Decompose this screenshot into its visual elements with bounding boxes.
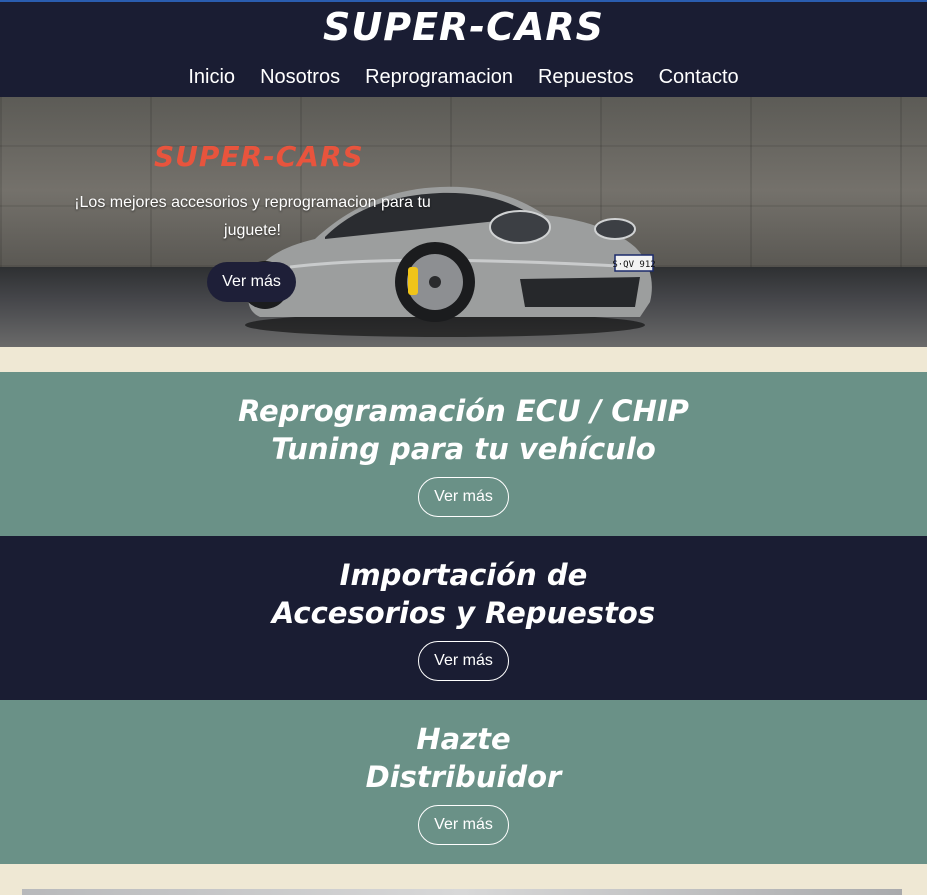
section-heading-line1: Importación de xyxy=(339,558,588,592)
section-heading: Hazte Distribuidor xyxy=(0,720,927,796)
hero-banner: S·QV 912 SUPER-CARS ¡Los mejores accesor… xyxy=(0,97,927,347)
section-reprogramacion: Reprogramación ECU / CHIP Tuning para tu… xyxy=(0,372,927,536)
nav-item-contacto[interactable]: Contacto xyxy=(659,66,739,89)
spacer xyxy=(0,347,927,372)
nav-item-inicio[interactable]: Inicio xyxy=(188,66,235,89)
section-heading-line2: Tuning para tu vehículo xyxy=(271,432,656,466)
reprogramacion-ver-mas-button[interactable]: Ver más xyxy=(418,477,509,517)
section-heading: Reprogramación ECU / CHIP Tuning para tu… xyxy=(0,392,927,468)
importacion-ver-mas-button[interactable]: Ver más xyxy=(418,641,509,681)
next-section-image-edge xyxy=(22,889,902,895)
hero-ver-mas-button[interactable]: Ver más xyxy=(207,262,296,302)
section-heading-line1: Hazte xyxy=(416,722,511,756)
nav-item-repuestos[interactable]: Repuestos xyxy=(538,66,634,89)
section-heading: Importación de Accesorios y Repuestos xyxy=(0,556,927,632)
section-heading-line1: Reprogramación ECU / CHIP xyxy=(238,394,689,428)
section-heading-line2: Accesorios y Repuestos xyxy=(271,596,656,630)
page: SUPER-CARS Inicio Nosotros Reprogramacio… xyxy=(0,0,927,895)
section-heading-line2: Distribuidor xyxy=(365,760,562,794)
site-logo[interactable]: SUPER-CARS xyxy=(0,5,927,49)
main-nav: Inicio Nosotros Reprogramacion Repuestos… xyxy=(0,66,927,89)
license-plate: S·QV 912 xyxy=(612,260,655,270)
spacer xyxy=(0,864,927,889)
hero-subtitle: ¡Los mejores accesorios y reprogramacion… xyxy=(74,194,431,239)
site-header: SUPER-CARS Inicio Nosotros Reprogramacio… xyxy=(0,2,927,97)
nav-item-reprogramacion[interactable]: Reprogramacion xyxy=(365,66,513,89)
section-distribuidor: Hazte Distribuidor Ver más xyxy=(0,700,927,864)
nav-item-nosotros[interactable]: Nosotros xyxy=(260,66,340,89)
distribuidor-ver-mas-button[interactable]: Ver más xyxy=(418,805,509,845)
hero-title: SUPER-CARS xyxy=(154,140,364,173)
section-importacion: Importación de Accesorios y Repuestos Ve… xyxy=(0,536,927,700)
